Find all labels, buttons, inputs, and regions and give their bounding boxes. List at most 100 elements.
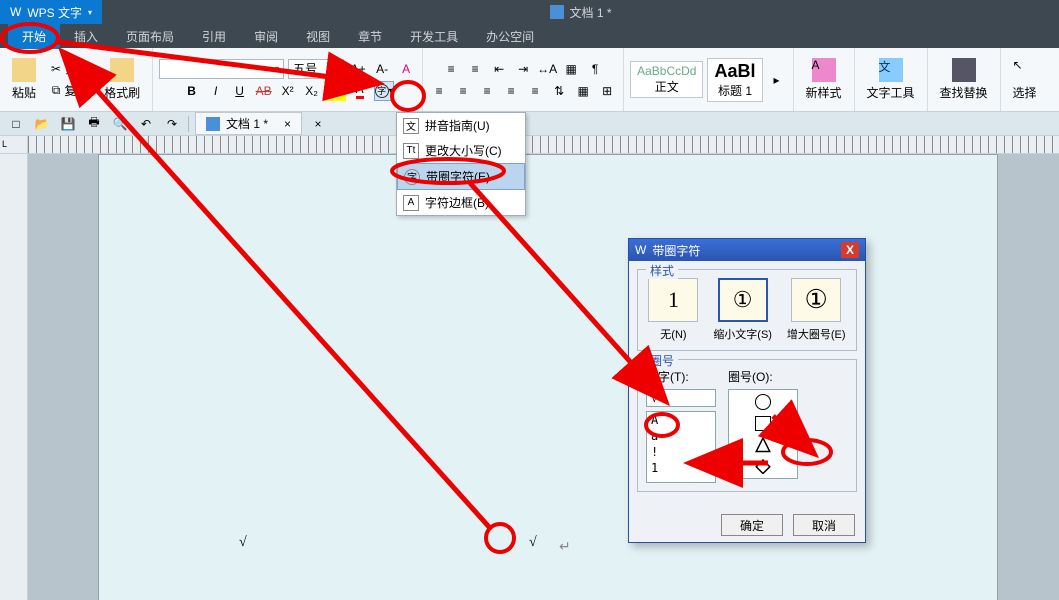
list-item[interactable]: 1 [647, 460, 715, 476]
ok-button[interactable]: 确定 [721, 514, 783, 536]
horizontal-ruler: L [0, 136, 1059, 154]
cut-button[interactable]: ✂剪切 [46, 59, 94, 79]
text-tools-group: 文文字工具 [855, 48, 928, 111]
tab-start[interactable]: 开始 [8, 24, 60, 49]
format-painter-button[interactable]: 格式刷 [98, 56, 146, 103]
list-item[interactable]: A [647, 412, 715, 428]
style-option-shrink[interactable]: ①缩小文字(S) [713, 278, 772, 342]
menu-enclosed-char[interactable]: 字带圈字符(E) [397, 163, 525, 190]
tab-section[interactable]: 章节 [344, 24, 396, 49]
style-option-enlarge[interactable]: ①增大圈号(E) [787, 278, 846, 342]
shape-diamond[interactable] [755, 459, 771, 474]
subscript-button[interactable]: X₂ [302, 81, 322, 101]
bold-button[interactable]: B [182, 81, 202, 101]
font-name-combo[interactable]: ▾ [159, 59, 284, 79]
vertical-ruler[interactable] [0, 154, 28, 600]
redo-button[interactable]: ↷ [162, 114, 182, 134]
close-tab-icon[interactable]: × [284, 117, 291, 131]
highlight-button[interactable]: A [326, 81, 346, 101]
numbering-button[interactable]: ≡ [465, 59, 485, 79]
font-size-combo[interactable]: 五号▾ [288, 59, 344, 79]
menu-change-case[interactable]: Tt更改大小写(C) [397, 138, 525, 163]
line-spacing-button[interactable]: ⇅ [549, 81, 569, 101]
new-doc-button[interactable]: □ [6, 114, 26, 134]
shape-triangle[interactable] [755, 437, 771, 452]
tab-references[interactable]: 引用 [188, 24, 240, 49]
select-button[interactable]: ↖选择 [1007, 56, 1043, 103]
new-tab-button[interactable]: × [308, 114, 328, 134]
list-item[interactable]: ! [647, 444, 715, 460]
text-tools-label: 文字工具 [867, 84, 915, 101]
tabs-button[interactable]: ⊞ [597, 81, 617, 101]
tab-review[interactable]: 审阅 [240, 24, 292, 49]
style-label: 缩小文字(S) [713, 326, 772, 342]
bullets-button[interactable]: ≡ [441, 59, 461, 79]
app-logo-icon: W [635, 243, 646, 257]
enclosed-char-dropdown: 文拼音指南(U) Tt更改大小写(C) 字带圈字符(E) A字符边框(B) [396, 112, 526, 216]
undo-button[interactable]: ↶ [136, 114, 156, 134]
shape-square[interactable] [755, 416, 771, 432]
menu-char-border[interactable]: A字符边框(B) [397, 190, 525, 215]
style-preview: AaBl [714, 61, 755, 82]
document-tab[interactable]: 文档 1 * × [195, 112, 302, 135]
indent-right-button[interactable]: ⇥ [513, 59, 533, 79]
paragraph-group: ≡ ≡ ⇤ ⇥ ↔A ▦ ¶ ≡ ≡ ≡ ≡ ≡ ⇅ ▦ ⊞ [423, 48, 624, 111]
align-center-button[interactable]: ≡ [453, 81, 473, 101]
page-area: √ √ ↵ [28, 154, 1059, 600]
tab-insert[interactable]: 插入 [60, 24, 112, 49]
text-input[interactable] [646, 389, 716, 407]
align-distribute-button[interactable]: ≡ [525, 81, 545, 101]
enclosed-char-icon: 字 [375, 84, 389, 98]
cancel-button[interactable]: 取消 [793, 514, 855, 536]
new-style-button[interactable]: A新样式 [800, 56, 848, 103]
enclosed-char-button[interactable]: 字▾ [374, 81, 394, 101]
preview-button[interactable]: 🔍 [110, 114, 130, 134]
ruler-scale[interactable] [28, 136, 1059, 153]
text-listbox[interactable]: A a ! 1 [646, 411, 716, 483]
align-justify-button[interactable]: ≡ [501, 81, 521, 101]
copy-button[interactable]: ⧉复制 [46, 81, 94, 101]
styles-more-button[interactable]: ▸ [767, 60, 787, 100]
char-scale-button[interactable]: ↔A [537, 59, 557, 79]
align-right-button[interactable]: ≡ [477, 81, 497, 101]
style-preview: AaBbCcDd [637, 64, 696, 78]
superscript-button[interactable]: X² [278, 81, 298, 101]
dialog-titlebar[interactable]: W 带圈字符 X [629, 239, 865, 261]
show-marks-button[interactable]: ¶ [585, 59, 605, 79]
print-button[interactable]: 🖶 [84, 114, 104, 134]
style-heading1[interactable]: AaBl 标题 1 [707, 58, 762, 102]
workspace: √ √ ↵ [0, 154, 1059, 600]
list-item[interactable]: a [647, 428, 715, 444]
tab-office[interactable]: 办公空间 [472, 24, 548, 49]
menu-label: 拼音指南(U) [425, 117, 490, 134]
tab-layout[interactable]: 页面布局 [112, 24, 188, 49]
chevron-down-icon[interactable]: ▾ [88, 8, 92, 17]
check-mark-2: √ [529, 535, 537, 551]
style-normal[interactable]: AaBbCcDd 正文 [630, 61, 703, 98]
indent-left-button[interactable]: ⇤ [489, 59, 509, 79]
shrink-font-button[interactable]: A- [372, 59, 392, 79]
text-tools-button[interactable]: 文文字工具 [861, 56, 921, 103]
tab-devtools[interactable]: 开发工具 [396, 24, 472, 49]
strikethrough-button[interactable]: AB [254, 81, 274, 101]
style-option-none[interactable]: 1无(N) [648, 278, 698, 342]
shape-circle[interactable] [755, 394, 771, 410]
align-left-button[interactable]: ≡ [429, 81, 449, 101]
shading-button[interactable]: ▦ [573, 81, 593, 101]
underline-button[interactable]: U [230, 81, 250, 101]
menu-bar: 开始 插入 页面布局 引用 审阅 视图 章节 开发工具 办公空间 [0, 24, 1059, 48]
menu-pinyin-guide[interactable]: 文拼音指南(U) [397, 113, 525, 138]
tab-view[interactable]: 视图 [292, 24, 344, 49]
dialog-close-button[interactable]: X [841, 242, 859, 258]
border-button[interactable]: ▦ [561, 59, 581, 79]
open-button[interactable]: 📂 [32, 114, 52, 134]
save-button[interactable]: 💾 [58, 114, 78, 134]
font-color-button[interactable]: A [350, 81, 370, 101]
grow-font-button[interactable]: A+ [348, 59, 368, 79]
paste-button[interactable]: 粘贴 [6, 56, 42, 103]
italic-button[interactable]: I [206, 81, 226, 101]
shape-listbox[interactable] [728, 389, 798, 479]
style-preview: ① [791, 278, 841, 322]
find-replace-button[interactable]: 查找替换 [934, 56, 994, 103]
clear-format-button[interactable]: A [396, 59, 416, 79]
